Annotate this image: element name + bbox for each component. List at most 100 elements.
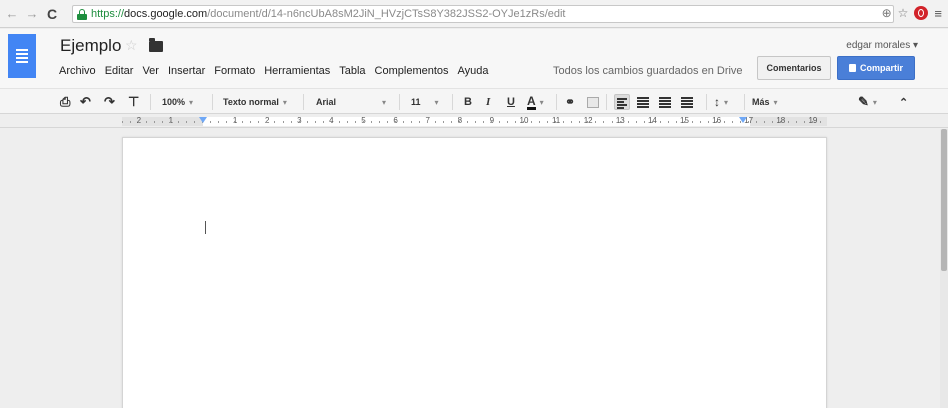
ruler-tick — [756, 121, 757, 123]
ruler-tick — [467, 121, 468, 123]
ruler-tick — [178, 121, 179, 123]
zoom-icon[interactable]: ⊕ — [882, 6, 892, 20]
comment-icon[interactable] — [587, 93, 599, 111]
document-page[interactable] — [122, 137, 827, 408]
ruler-tick — [258, 121, 259, 123]
ruler-tick — [515, 121, 516, 123]
line-spacing-icon[interactable]: ↕ ▾ — [714, 93, 728, 111]
ruler-tick — [587, 121, 588, 123]
reload-icon[interactable]: C — [44, 6, 60, 22]
more-button[interactable]: Más ▾ — [752, 93, 778, 111]
ruler-tick — [684, 121, 685, 123]
ruler-tick — [250, 121, 251, 123]
ruler-tick — [475, 121, 476, 123]
collapse-icon[interactable]: ⌃ — [899, 93, 908, 111]
ruler-tick — [571, 121, 572, 123]
menu-editar[interactable]: Editar — [105, 65, 134, 77]
pen-icon[interactable]: ✎ ▾ — [858, 93, 877, 111]
ruler-tick — [299, 121, 300, 123]
folder-icon[interactable] — [149, 38, 163, 52]
ruler-tick — [186, 121, 187, 123]
ruler-tick — [499, 121, 500, 123]
bookmark-star-icon[interactable]: ☆ — [898, 6, 909, 20]
ruler-label: 11 — [551, 116, 561, 125]
document-title[interactable]: Ejemplo — [60, 36, 121, 56]
menu-archivo[interactable]: Archivo — [59, 65, 96, 77]
ruler-tick — [595, 121, 596, 123]
ruler-tick — [371, 121, 372, 123]
zoom-select[interactable]: 100% ▾ — [162, 93, 193, 111]
comments-button[interactable]: Comentarios — [757, 56, 831, 80]
ruler-tick — [692, 121, 693, 123]
ruler-tick — [210, 121, 211, 123]
back-icon[interactable]: ← — [4, 6, 20, 22]
menu-formato[interactable]: Formato — [214, 65, 255, 77]
menu-insertar[interactable]: Insertar — [168, 65, 205, 77]
ruler-tick — [379, 121, 380, 123]
ruler-tick — [283, 121, 284, 123]
underline-label: U — [507, 96, 515, 108]
align-left-icon[interactable] — [614, 94, 630, 110]
bold-button[interactable]: B — [464, 93, 472, 111]
browser-menu-icon[interactable]: ≡ — [934, 7, 942, 20]
browser-toolbar: ← → C https:// docs.google.com /document… — [0, 0, 948, 28]
opera-icon[interactable] — [914, 6, 929, 20]
ruler-tick — [788, 121, 789, 123]
left-indent-marker[interactable] — [199, 117, 207, 123]
ruler-tick — [315, 121, 316, 123]
menu-herramientas[interactable]: Herramientas — [264, 65, 330, 77]
style-select[interactable]: Texto normal ▾ — [223, 93, 287, 111]
undo-icon[interactable]: ↶ — [80, 93, 91, 111]
star-icon[interactable]: ☆ — [125, 37, 138, 54]
ruler-tick — [636, 121, 637, 123]
lock-icon — [77, 8, 87, 20]
ruler-tick — [483, 121, 484, 123]
ruler-tick — [411, 121, 412, 123]
align-center-icon[interactable] — [635, 94, 651, 110]
justify-icon[interactable] — [679, 94, 695, 110]
ruler-tick — [700, 121, 701, 123]
menu-tabla[interactable]: Tabla — [339, 65, 365, 77]
ruler-tick — [812, 121, 813, 123]
ruler-tick — [780, 121, 781, 123]
url-domain: docs.google.com — [124, 8, 208, 20]
ruler-tick — [644, 121, 645, 123]
ruler-tick — [676, 121, 677, 123]
right-indent-marker[interactable] — [739, 117, 747, 123]
ruler-tick — [154, 121, 155, 123]
print-icon[interactable]: ⎙ — [60, 93, 70, 111]
url-scheme: https:// — [91, 8, 125, 20]
ruler-tick — [620, 121, 621, 123]
vertical-scrollbar[interactable] — [940, 129, 948, 408]
save-status[interactable]: Todos los cambios guardados en Drive — [553, 65, 743, 77]
underline-button[interactable]: U — [507, 93, 515, 111]
menu-complementos[interactable]: Complementos — [375, 65, 449, 77]
ruler: 2112345678910111213141516171819 — [0, 115, 948, 128]
scrollbar-thumb[interactable] — [941, 129, 947, 271]
menu-ayuda[interactable]: Ayuda — [458, 65, 489, 77]
ruler-tick — [451, 121, 452, 123]
redo-icon[interactable]: ↷ — [104, 93, 115, 111]
address-bar[interactable]: https:// docs.google.com /document/d/14-… — [72, 5, 894, 23]
ruler-label: 12 — [583, 116, 593, 125]
text-cursor — [205, 221, 206, 234]
ruler-tick — [443, 121, 444, 123]
menu-ver[interactable]: Ver — [142, 65, 159, 77]
align-right-icon[interactable] — [657, 94, 673, 110]
ruler-tick — [539, 121, 540, 123]
share-button[interactable]: Compartir — [837, 56, 915, 80]
ruler-tick — [603, 121, 604, 123]
font-size-select[interactable]: 11 ▾ — [411, 93, 439, 111]
font-select[interactable]: Arial ▾ — [316, 93, 386, 111]
docs-logo-icon[interactable] — [8, 34, 36, 78]
docs-header: Ejemplo ☆ edgar morales ▾ Archivo Editar… — [0, 29, 948, 88]
ruler-tick — [579, 121, 580, 123]
ruler-tick — [242, 121, 243, 123]
forward-icon[interactable]: → — [24, 6, 40, 22]
link-icon[interactable]: ⚭ — [565, 93, 575, 111]
text-color-button[interactable]: A ▾ — [527, 93, 544, 111]
user-account[interactable]: edgar morales ▾ — [846, 40, 918, 51]
ruler-tick — [266, 121, 267, 123]
italic-button[interactable]: I — [486, 93, 490, 111]
paint-format-icon[interactable]: ⊤ — [128, 93, 139, 111]
